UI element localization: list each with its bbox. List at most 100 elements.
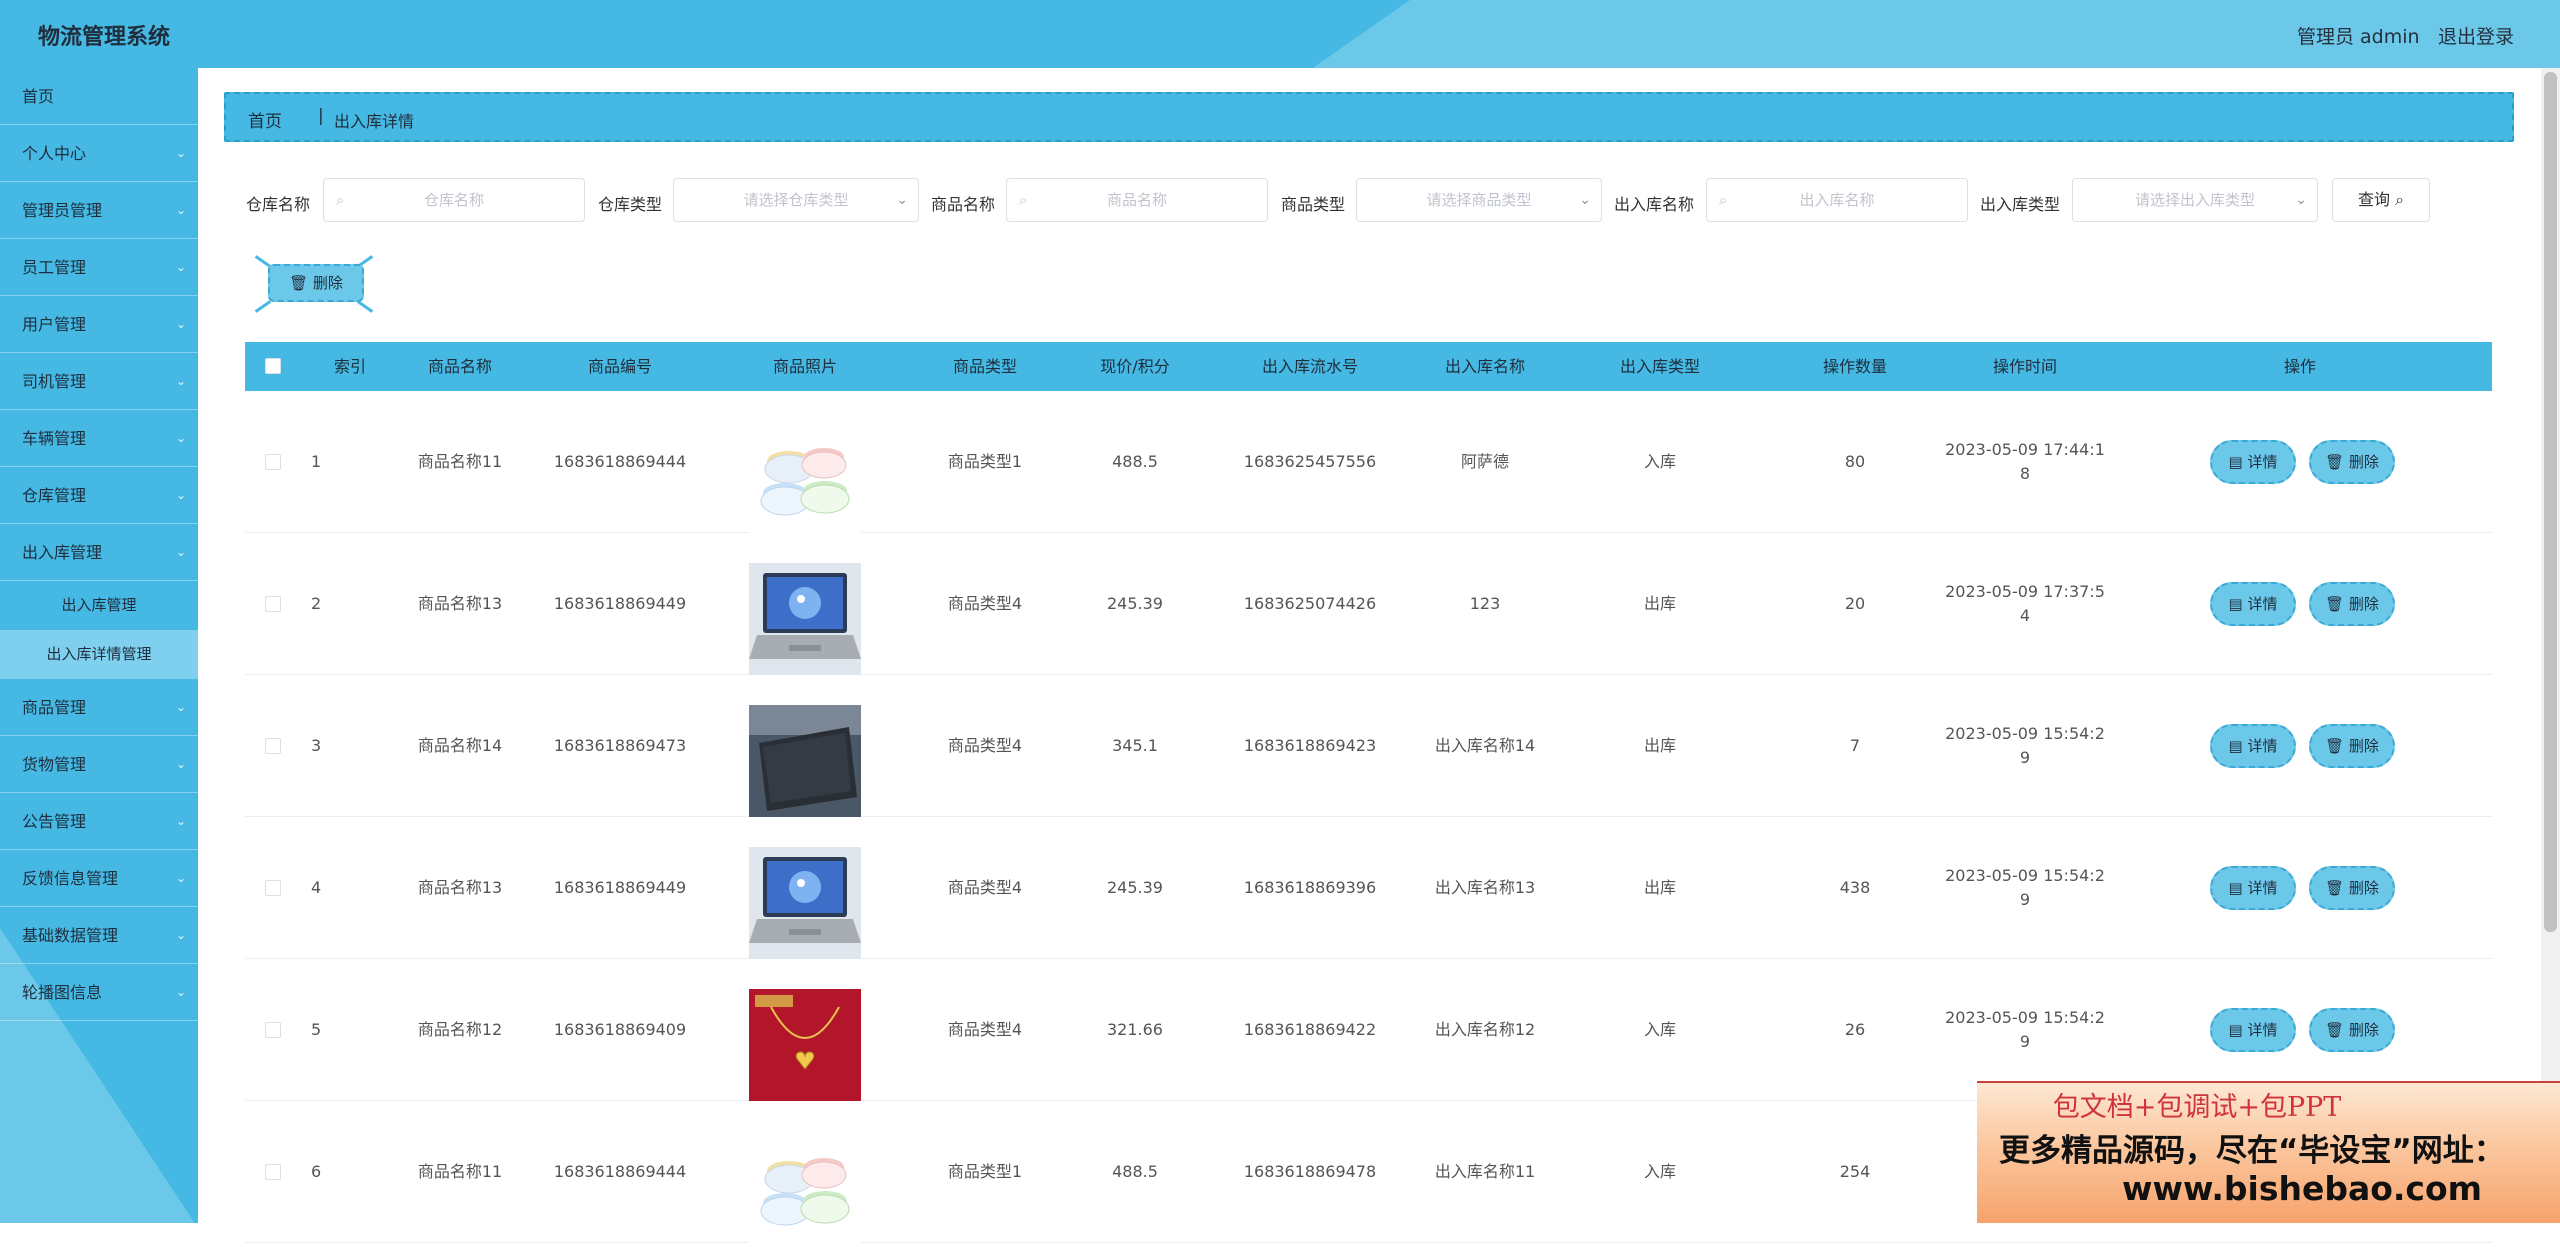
- chevron-down-icon: ⌄: [175, 431, 186, 445]
- row-checkbox[interactable]: [265, 454, 281, 470]
- io-name-input[interactable]: ⌕ 出入库名称: [1706, 178, 1968, 222]
- cell-qty: 20: [1844, 594, 1866, 613]
- product-photo: [749, 563, 861, 675]
- cell-name: 商品名称13: [417, 594, 503, 613]
- cell-type: 商品类型4: [947, 878, 1023, 897]
- sidebar-item[interactable]: 用户管理 ⌄: [0, 296, 198, 353]
- row-checkbox[interactable]: [265, 1022, 281, 1038]
- detail-button[interactable]: ▤ 详情: [2210, 1008, 2296, 1052]
- cell-qty: 438: [1839, 878, 1871, 897]
- column-header: 出入库名称: [1444, 357, 1525, 376]
- goods-name-label: 商品名称: [931, 195, 996, 214]
- cell-io_type: 入库: [1643, 1020, 1676, 1039]
- sidebar-item[interactable]: 反馈信息管理 ⌄: [0, 850, 198, 907]
- detail-button[interactable]: ▤ 详情: [2210, 440, 2296, 484]
- cell-io_name: 123: [1469, 594, 1501, 613]
- sidebar-item[interactable]: 员工管理 ⌄: [0, 239, 198, 296]
- sidebar-item[interactable]: 基础数据管理 ⌄: [0, 907, 198, 964]
- goods-name-input[interactable]: ⌕ 商品名称: [1006, 178, 1268, 222]
- io-name-label: 出入库名称: [1614, 195, 1695, 214]
- sidebar-item[interactable]: 首页: [0, 68, 198, 125]
- document-icon: ▤: [2228, 879, 2248, 897]
- time-line: 2023-05-09 17:37:5: [1945, 582, 2105, 601]
- page-scrollbar[interactable]: [2541, 68, 2560, 1223]
- select-all-checkbox[interactable]: [265, 358, 281, 374]
- delete-button[interactable]: 🗑 删除: [2309, 1008, 2395, 1052]
- table-row: 3 商品名称14 1683618869473 商品类型4 345.1 1683618869…: [245, 675, 2492, 817]
- cell-serial: 1683618869396: [1243, 878, 1377, 897]
- scrollbar-thumb[interactable]: [2544, 72, 2557, 932]
- cell-name: 商品名称14: [417, 736, 503, 755]
- sidebar-item[interactable]: 商品管理 ⌄: [0, 679, 198, 736]
- sidebar-item-label: 用户管理: [22, 315, 87, 334]
- warehouse-type-select[interactable]: 请选择仓库类型 ⌄: [673, 178, 919, 222]
- cell-io_type: 入库: [1643, 1162, 1676, 1181]
- column-header: 商品类型: [952, 357, 1017, 376]
- sidebar-item[interactable]: 车辆管理 ⌄: [0, 410, 198, 467]
- delete-button[interactable]: 🗑 删除: [2309, 440, 2395, 484]
- cell-code: 1683618869409: [553, 1020, 687, 1039]
- sidebar-item[interactable]: 司机管理 ⌄: [0, 353, 198, 410]
- cell-price: 245.39: [1107, 594, 1163, 613]
- search-icon: ⌕: [2395, 190, 2405, 209]
- cell-type: 商品类型4: [947, 594, 1023, 613]
- document-icon: ▤: [2228, 453, 2248, 471]
- detail-button[interactable]: ▤ 详情: [2210, 582, 2296, 626]
- sidebar-item-label: 出入库管理: [22, 543, 103, 562]
- row-checkbox[interactable]: [265, 596, 281, 612]
- warehouse-name-label: 仓库名称: [246, 195, 311, 214]
- sidebar-item-label: 管理员管理: [22, 201, 103, 220]
- query-button[interactable]: 查询 ⌕: [2332, 178, 2430, 222]
- sidebar-item[interactable]: 管理员管理 ⌄: [0, 182, 198, 239]
- column-header: 商品编号: [587, 357, 652, 376]
- cell-io_name: 出入库名称14: [1434, 736, 1536, 755]
- sidebar-subitem[interactable]: 出入库详情管理: [0, 630, 198, 679]
- cell-code: 1683618869473: [553, 736, 687, 755]
- main-content: 首页 | 出入库详情 仓库名称 ⌕ 仓库名称 仓库类型 请选择仓库类型 ⌄ 商品…: [198, 68, 2541, 1243]
- sidebar-subitem[interactable]: 出入库管理: [0, 581, 198, 630]
- cell-type: 商品类型4: [947, 1020, 1023, 1039]
- sidebar-item[interactable]: 出入库管理 ⌄: [0, 524, 198, 581]
- sidebar-item[interactable]: 仓库管理 ⌄: [0, 467, 198, 524]
- row-checkbox[interactable]: [265, 738, 281, 754]
- row-checkbox[interactable]: [265, 1164, 281, 1180]
- delete-button[interactable]: 🗑 删除: [2309, 582, 2395, 626]
- goods-type-select[interactable]: 请选择商品类型 ⌄: [1356, 178, 1602, 222]
- sidebar-item-label: 反馈信息管理: [22, 869, 119, 888]
- cell-price: 488.5: [1112, 452, 1158, 471]
- cell-type: 商品类型1: [947, 452, 1023, 471]
- cell-name: 商品名称11: [417, 1162, 503, 1181]
- time-line: 9: [2019, 890, 2031, 909]
- sidebar-item-label: 首页: [22, 87, 55, 106]
- cell-price: 488.5: [1112, 1162, 1158, 1181]
- sidebar-item-label: 仓库管理: [22, 486, 87, 505]
- sidebar-item[interactable]: 轮播图信息 ⌄: [0, 964, 198, 1021]
- batch-delete-wrapper: 🗑 删除: [254, 255, 374, 313]
- product-photo: [749, 847, 861, 959]
- delete-button[interactable]: 🗑 删除: [2309, 724, 2395, 768]
- cell-index: 1: [311, 452, 322, 471]
- column-header: 索引: [333, 357, 366, 376]
- io-type-select[interactable]: 请选择出入库类型 ⌄: [2072, 178, 2318, 222]
- chevron-down-icon: ⌄: [175, 374, 186, 388]
- detail-button[interactable]: ▤ 详情: [2210, 866, 2296, 910]
- breadcrumb-home[interactable]: 首页: [248, 107, 282, 132]
- sidebar-item[interactable]: 货物管理 ⌄: [0, 736, 198, 793]
- chevron-down-icon: ⌄: [175, 814, 186, 828]
- cell-type: 商品类型4: [947, 736, 1023, 755]
- warehouse-name-input[interactable]: ⌕ 仓库名称: [323, 178, 585, 222]
- cell-price: 345.1: [1112, 736, 1158, 755]
- cell-qty: 26: [1844, 1020, 1866, 1039]
- delete-button[interactable]: 🗑 删除: [2309, 866, 2395, 910]
- detail-button[interactable]: ▤ 详情: [2210, 724, 2296, 768]
- search-icon: ⌕: [1719, 191, 1728, 209]
- batch-delete-button[interactable]: 🗑 删除: [268, 264, 364, 302]
- sidebar-item-label: 车辆管理: [22, 429, 87, 448]
- logout-link[interactable]: 退出登录: [2438, 22, 2514, 49]
- top-header: 物流管理系统 管理员 admin 退出登录: [0, 0, 2560, 68]
- row-checkbox[interactable]: [265, 880, 281, 896]
- sidebar-item[interactable]: 公告管理 ⌄: [0, 793, 198, 850]
- goods-type-label: 商品类型: [1281, 195, 1346, 214]
- column-header: 商品照片: [772, 357, 837, 376]
- sidebar-item[interactable]: 个人中心 ⌄: [0, 125, 198, 182]
